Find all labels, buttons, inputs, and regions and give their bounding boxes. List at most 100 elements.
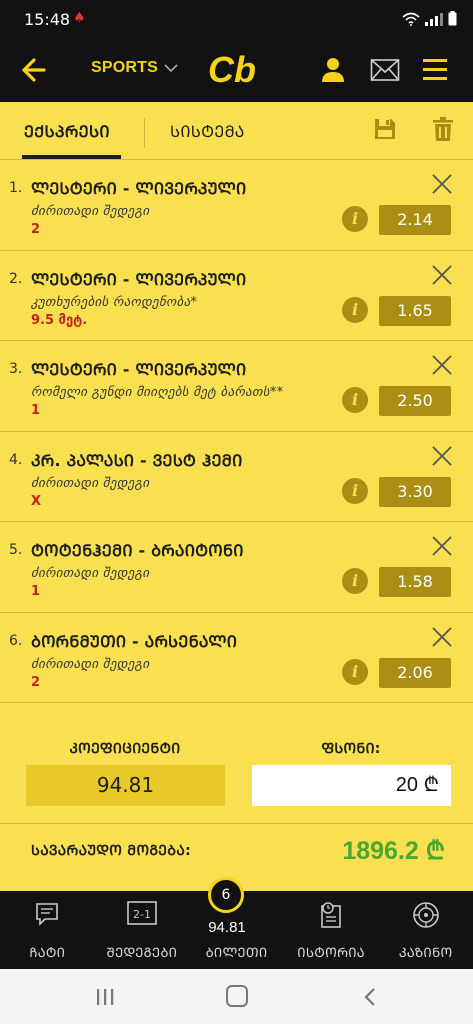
chat-icon: [36, 903, 59, 926]
info-icon[interactable]: i: [342, 658, 368, 685]
stake-label: ᲤᲡᲝᲜᲘ:: [321, 741, 381, 757]
signal-icon: [425, 12, 443, 26]
nav-label: ᲑᲘᲚᲔᲗᲘ: [205, 946, 268, 961]
betslip-total[interactable]: 94.81: [190, 919, 264, 936]
bet-selection: 9.5 მეტ.: [31, 312, 88, 328]
bet-market: რომელი გუნდი მიიღებს მეტ ბარათს**: [31, 385, 284, 400]
odd-value[interactable]: 1.65: [379, 295, 451, 326]
stake-input[interactable]: 20 ₾: [252, 765, 451, 806]
odd-value[interactable]: 3.30: [379, 476, 451, 507]
results-icon: 2-1: [127, 901, 157, 925]
wifi-icon: [402, 12, 420, 26]
user-icon[interactable]: [319, 56, 347, 84]
close-icon[interactable]: [430, 534, 454, 558]
bet-match: ᲚᲔᲡᲢᲔᲠᲘ - ᲚᲘᲕᲔᲠᲞᲣᲚᲘ: [31, 179, 247, 198]
active-tab-indicator: [22, 155, 121, 159]
nav-label: ᲘᲡᲢᲝᲠᲘᲐ: [297, 946, 365, 961]
close-icon[interactable]: [430, 263, 454, 287]
bet-row: 2. ᲚᲔᲡᲢᲔᲠᲘ - ᲚᲘᲕᲔᲠᲞᲣᲚᲘ კუთხურების რაოდენ…: [0, 250, 473, 341]
bet-match: ᲚᲔᲡᲢᲔᲠᲘ - ᲚᲘᲕᲔᲠᲞᲣᲚᲘ: [31, 360, 247, 379]
bet-number: 1.: [9, 180, 23, 196]
history-icon: [321, 902, 341, 928]
bet-number: 6.: [9, 632, 23, 649]
nav-results[interactable]: 2-1 ᲨᲔᲓᲔᲒᲔᲑᲘ: [95, 891, 190, 969]
bet-market: ძირითადი შედეგი: [31, 566, 150, 581]
nav-history[interactable]: ᲘᲡᲢᲝᲠᲘᲐ: [284, 891, 379, 969]
mail-icon[interactable]: [370, 58, 400, 82]
betslip-count-badge[interactable]: 6: [208, 877, 244, 913]
bet-match: ᲙᲠ. ᲞᲐᲚᲐᲡᲘ - ᲕᲔᲡᲢ ᲰᲔᲛᲘ: [31, 450, 243, 470]
system-icons: [402, 11, 457, 26]
system-navigation: [0, 969, 473, 1024]
bet-number: 3.: [9, 361, 23, 377]
hamburger-menu-icon[interactable]: [421, 57, 449, 81]
coefficient-value: 94.81: [26, 765, 225, 806]
bet-number: 2.: [9, 270, 23, 287]
casino-icon: [412, 902, 439, 928]
coefficient-label: ᲙᲝᲔᲤᲘᲪᲘᲔᲜᲢᲘ: [69, 741, 181, 757]
odd-value[interactable]: 2.06: [379, 657, 451, 688]
bet-selection: 1: [31, 584, 41, 599]
odd-value[interactable]: 2.14: [379, 205, 451, 235]
close-icon[interactable]: [430, 444, 454, 468]
home-icon[interactable]: [226, 985, 248, 1007]
results-icon-text: 2-1: [133, 908, 151, 921]
app-header: SPORTS Cb: [0, 40, 473, 102]
bet-match: ᲢᲝᲢᲔᲜᲰᲔᲛᲘ - ᲑᲠᲐᲘᲢᲝᲜᲘ: [31, 541, 244, 560]
bet-list: 1. ᲚᲔᲡᲢᲔᲠᲘ - ᲚᲘᲕᲔᲠᲞᲣᲚᲘ ძირითადი შედეგი 2…: [0, 160, 473, 703]
odd-value[interactable]: 1.58: [379, 567, 451, 597]
bet-number: 4.: [9, 451, 23, 468]
bet-row: 5. ᲢᲝᲢᲔᲜᲰᲔᲛᲘ - ᲑᲠᲐᲘᲢᲝᲜᲘ ძირითადი შედეგი …: [0, 522, 473, 613]
info-icon[interactable]: i: [342, 477, 368, 504]
tab-divider: [144, 118, 145, 148]
info-icon[interactable]: i: [342, 387, 368, 413]
bet-market: ძირითადი შედეგი: [31, 204, 150, 219]
bet-row: 1. ᲚᲔᲡᲢᲔᲠᲘ - ᲚᲘᲕᲔᲠᲞᲣᲚᲘ ძირითადი შედეგი 2…: [0, 160, 473, 251]
logo[interactable]: Cb: [206, 49, 268, 89]
status-time: 15:48: [24, 10, 71, 29]
bet-selection: X: [31, 493, 42, 509]
status-bar: 15:48 ♠: [0, 0, 473, 40]
spade-icon: ♠: [73, 10, 86, 26]
close-icon[interactable]: [430, 172, 454, 196]
betslip-summary: ᲙᲝᲔᲤᲘᲪᲘᲔᲜᲢᲘ ᲤᲡᲝᲜᲘ: 94.81 20 ₾ ᲡᲐᲕᲐᲠᲐᲣᲓᲝ …: [0, 723, 473, 883]
bet-market: ძირითადი შედეგი: [31, 656, 150, 672]
bet-row: 3. ᲚᲔᲡᲢᲔᲠᲘ - ᲚᲘᲕᲔᲠᲞᲣᲚᲘ რომელი გუნდი მიიღ…: [0, 341, 473, 432]
recent-apps-icon[interactable]: [95, 988, 115, 1006]
close-icon[interactable]: [430, 625, 454, 649]
nav-label: ᲙᲐᲖᲘᲜᲝ: [398, 946, 453, 961]
bet-match: ᲚᲔᲡᲢᲔᲠᲘ - ᲚᲘᲕᲔᲠᲞᲣᲚᲘ: [31, 269, 247, 289]
potential-win-label: ᲡᲐᲕᲐᲠᲐᲣᲓᲝ ᲛᲝᲒᲔᲑᲐ:: [31, 843, 192, 859]
back-icon[interactable]: [363, 987, 377, 1007]
nav-chat[interactable]: ᲩᲐᲢᲘ: [0, 891, 95, 969]
bet-market: ძირითადი შედეგი: [31, 475, 150, 491]
battery-icon: [448, 11, 457, 26]
tab-system[interactable]: ᲡᲘᲡᲢᲔᲛᲐ: [170, 120, 245, 142]
bet-selection: 2: [31, 222, 41, 237]
odd-value[interactable]: 2.50: [379, 386, 451, 416]
bet-number: 5.: [9, 542, 23, 558]
nav-label: ᲨᲔᲓᲔᲒᲔᲑᲘ: [106, 946, 178, 961]
chevron-down-icon[interactable]: [163, 60, 179, 76]
tab-express[interactable]: ᲔᲥᲡᲞᲠᲔᲡᲘ: [24, 120, 110, 142]
back-arrow-icon[interactable]: [20, 56, 46, 84]
close-icon[interactable]: [430, 353, 454, 377]
nav-casino[interactable]: ᲙᲐᲖᲘᲜᲝ: [378, 891, 473, 969]
divider: [0, 823, 473, 824]
trash-icon[interactable]: [432, 116, 454, 142]
info-icon[interactable]: i: [342, 568, 368, 594]
bet-row: 6. ᲑᲝᲠᲜᲛᲣᲗᲘ - ᲐᲠᲡᲔᲜᲐᲚᲘ ძირითადი შედეგი 2…: [0, 612, 473, 703]
save-icon[interactable]: [373, 116, 397, 142]
bet-selection: 1: [31, 403, 41, 418]
nav-label: ᲩᲐᲢᲘ: [29, 946, 66, 961]
info-icon[interactable]: i: [342, 296, 368, 323]
bet-row: 4. ᲙᲠ. ᲞᲐᲚᲐᲡᲘ - ᲕᲔᲡᲢ ᲰᲔᲛᲘ ძირითადი შედეგ…: [0, 431, 473, 522]
bet-market: კუთხურების რაოდენობა*: [31, 294, 198, 310]
betslip-tabs: ᲔᲥᲡᲞᲠᲔᲡᲘ ᲡᲘᲡᲢᲔᲛᲐ: [0, 102, 473, 160]
sports-menu-button[interactable]: SPORTS: [91, 59, 158, 77]
info-icon[interactable]: i: [342, 206, 368, 232]
potential-win-value: 1896.2 ₾: [342, 837, 445, 865]
bet-match: ᲑᲝᲠᲜᲛᲣᲗᲘ - ᲐᲠᲡᲔᲜᲐᲚᲘ: [31, 631, 238, 651]
bet-selection: 2: [31, 674, 41, 690]
logo-text: Cb: [208, 49, 256, 89]
